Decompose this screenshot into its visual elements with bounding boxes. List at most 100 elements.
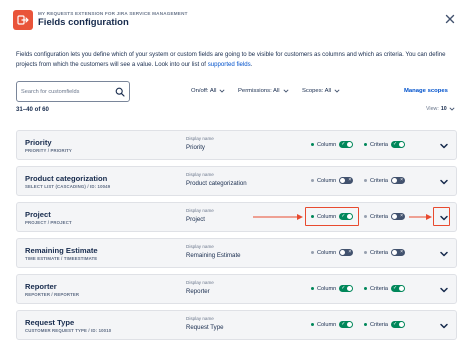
field-row[interactable]: Reporter REPORTER / REPORTER Display name R… [16, 274, 457, 304]
status-dot [364, 323, 367, 326]
display-name-label: Display name [186, 316, 214, 321]
display-name-label: Display name [186, 136, 214, 141]
supported-fields-link[interactable]: supported fields [208, 61, 251, 68]
view-value: 10 [440, 106, 447, 112]
field-row[interactable]: Remaining Estimate TIME ESTIMATE / TIMEES… [16, 238, 457, 268]
scopes-filter[interactable]: Scopes: All [302, 88, 340, 94]
display-name-value: Reporter [186, 288, 210, 295]
criteria-toggle-group: Criteria ✓ [364, 285, 406, 292]
search-icon[interactable] [115, 87, 125, 97]
close-button[interactable] [443, 12, 457, 26]
search-input[interactable] [21, 86, 111, 98]
display-name-value: Remaining Estimate [186, 252, 241, 259]
expand-button[interactable] [438, 248, 450, 260]
field-meta: REPORTER / REPORTER [25, 292, 80, 297]
search-field[interactable] [16, 81, 130, 102]
check-icon: ✓ [393, 321, 398, 327]
page-title: Fields configuration [38, 17, 129, 28]
criteria-toggle-group: Criteria × [364, 177, 406, 184]
field-row[interactable]: Priority PRIORITY / PRIORITY Display name P… [16, 130, 457, 160]
criteria-label: Criteria [370, 285, 389, 292]
column-label: Column [317, 321, 337, 328]
column-toggle[interactable]: ✓ [339, 285, 354, 292]
field-row[interactable]: Request Type CUSTOMER REQUEST TYPE / ID: … [16, 310, 457, 340]
column-label: Column [317, 285, 337, 292]
criteria-toggle-group: Criteria × [364, 249, 406, 256]
status-dot [311, 179, 314, 182]
status-dot [364, 215, 367, 218]
display-name-label: Display name [186, 244, 214, 249]
chevron-down-icon [440, 323, 448, 329]
column-toggle[interactable]: × [339, 249, 354, 256]
chevron-down-icon [334, 89, 340, 93]
permissions-filter[interactable]: Permissions: All [238, 88, 289, 94]
field-name: Product categorization [25, 174, 108, 183]
chevron-down-icon [283, 89, 289, 93]
view-select[interactable]: View: 10 [426, 106, 455, 112]
column-toggle[interactable]: ✓ [339, 321, 354, 328]
criteria-toggle[interactable]: ✓ [391, 141, 406, 148]
column-label: Column [317, 177, 337, 184]
criteria-label: Criteria [370, 249, 389, 256]
annotation-arrow [253, 213, 305, 221]
status-dot [364, 287, 367, 290]
criteria-toggle[interactable]: × [391, 177, 406, 184]
results-count: 31–40 of 60 [16, 106, 49, 113]
display-name-label: Display name [186, 280, 214, 285]
field-meta: SELECT LIST (CASCADING) / ID: 10049 [25, 184, 111, 189]
criteria-toggle-group: Criteria × [364, 213, 406, 220]
column-toggle[interactable]: ✓ [339, 141, 354, 148]
manage-scopes-link[interactable]: Manage scopes [404, 88, 448, 94]
annotation-arrow [409, 213, 433, 221]
column-label: Column [317, 249, 337, 256]
field-row[interactable]: Product categorization SELECT LIST (CASCA… [16, 166, 457, 196]
criteria-toggle[interactable]: ✓ [391, 321, 406, 328]
column-toggle-group: Column ✓ [311, 321, 354, 328]
chevron-down-icon [440, 251, 448, 257]
field-meta: CUSTOMER REQUEST TYPE / ID: 10010 [25, 328, 112, 333]
display-name-value: Project [186, 216, 205, 223]
description-end: . [250, 60, 253, 68]
field-name: Priority [25, 138, 52, 147]
expand-button[interactable] [438, 140, 450, 152]
status-dot [311, 251, 314, 254]
app-header: MY REQUESTS EXTENSION FOR JIRA SERVICE M… [0, 0, 474, 36]
chevron-down-icon [219, 89, 225, 93]
display-name-value: Request Type [186, 324, 224, 331]
criteria-label: Criteria [370, 141, 389, 148]
status-dot [364, 143, 367, 146]
close-icon [445, 14, 455, 24]
field-name: Remaining Estimate [25, 246, 98, 255]
field-name: Request Type [25, 318, 75, 327]
column-toggle-group: Column × [311, 249, 354, 256]
criteria-toggle-group: Criteria ✓ [364, 321, 406, 328]
onoff-filter[interactable]: On/off: All [191, 88, 225, 94]
chevron-down-icon [449, 107, 455, 111]
chevron-down-icon [440, 179, 448, 185]
chevron-down-icon [440, 143, 448, 149]
field-meta: PROJECT / PROJECT [25, 220, 72, 225]
expand-button-highlight [433, 207, 450, 226]
status-dot [311, 323, 314, 326]
cross-icon: × [400, 177, 404, 183]
expand-button[interactable] [438, 176, 450, 188]
field-row[interactable]: Project PROJECT / PROJECT Display name Proj… [16, 202, 457, 232]
view-label: View: [426, 106, 439, 112]
criteria-label: Criteria [370, 213, 389, 220]
expand-button[interactable] [438, 284, 450, 296]
criteria-label: Criteria [370, 321, 389, 328]
criteria-toggle[interactable]: × [391, 213, 406, 220]
scopes-filter-label: Scopes: All [302, 88, 332, 94]
status-dot [364, 179, 367, 182]
display-name-label: Display name [186, 172, 214, 177]
field-meta: PRIORITY / PRIORITY [25, 148, 72, 153]
field-meta: TIME ESTIMATE / TIMEESTIMATE [25, 256, 98, 261]
onoff-filter-label: On/off: All [191, 88, 217, 94]
request-logo-icon [13, 10, 33, 30]
column-toggle-group: Column ✓ [311, 141, 354, 148]
column-toggle-group: Column ✓ [311, 285, 354, 292]
criteria-toggle[interactable]: × [391, 249, 406, 256]
expand-button[interactable] [438, 320, 450, 332]
column-toggle[interactable]: × [339, 177, 354, 184]
criteria-toggle[interactable]: ✓ [391, 285, 406, 292]
